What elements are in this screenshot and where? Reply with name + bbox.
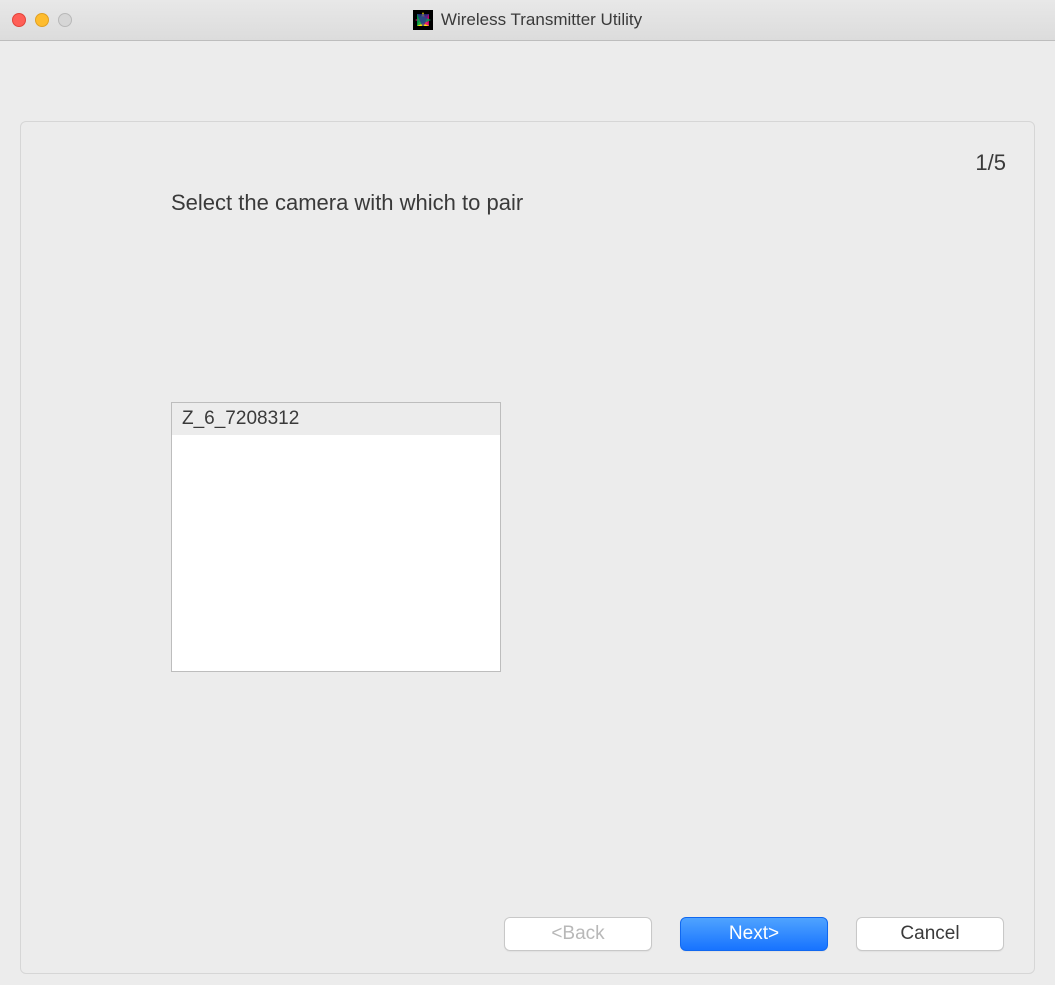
window-title: Wireless Transmitter Utility	[441, 10, 642, 30]
app-icon	[413, 10, 433, 30]
traffic-lights	[12, 13, 72, 27]
content-wrapper: 1/5 Select the camera with which to pair…	[0, 41, 1055, 974]
titlebar: Wireless Transmitter Utility	[0, 0, 1055, 41]
wizard-panel: 1/5 Select the camera with which to pair…	[20, 121, 1035, 974]
step-counter: 1/5	[975, 150, 1006, 176]
close-icon[interactable]	[12, 13, 26, 27]
title-center: Wireless Transmitter Utility	[0, 10, 1055, 30]
instruction-text: Select the camera with which to pair	[171, 190, 523, 216]
maximize-icon	[58, 13, 72, 27]
next-button[interactable]: Next>	[680, 917, 828, 951]
button-row: <Back Next> Cancel	[504, 917, 1004, 951]
back-button: <Back	[504, 917, 652, 951]
cancel-button[interactable]: Cancel	[856, 917, 1004, 951]
camera-listbox[interactable]: Z_6_7208312	[171, 402, 501, 672]
list-item[interactable]: Z_6_7208312	[172, 403, 500, 435]
minimize-icon[interactable]	[35, 13, 49, 27]
